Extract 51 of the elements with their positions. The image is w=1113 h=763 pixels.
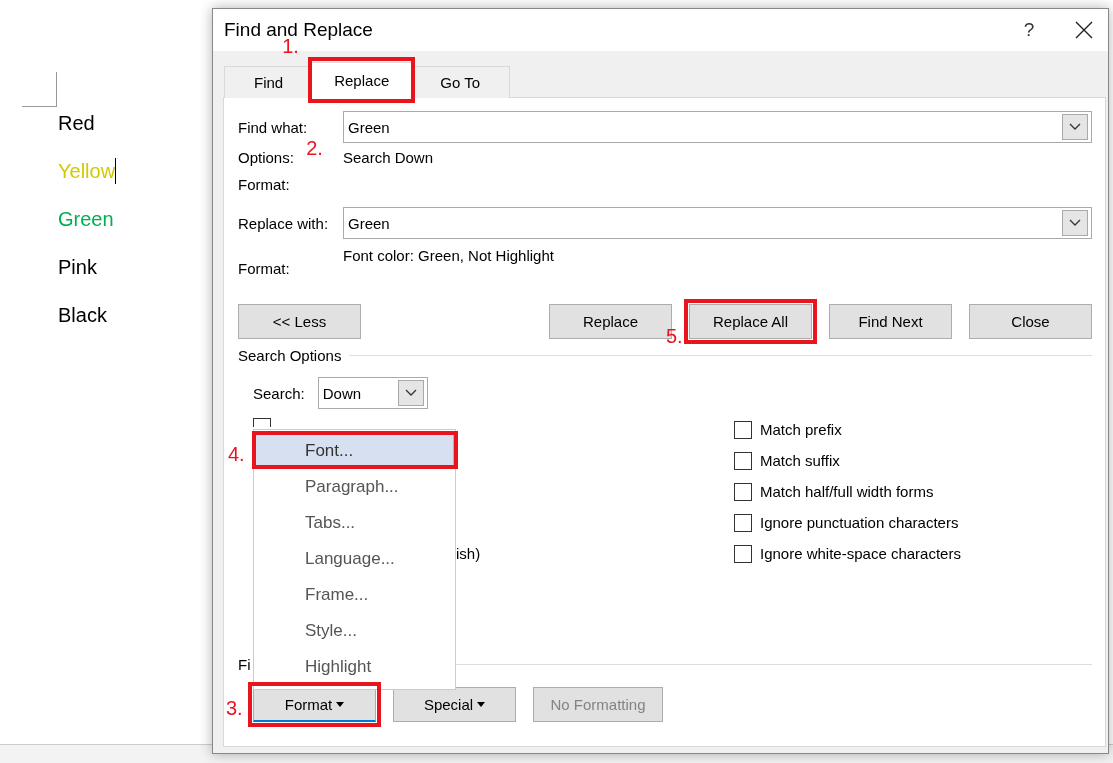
menu-item[interactable]: Tabs...	[255, 505, 454, 541]
chevron-down-icon	[404, 389, 417, 397]
dialog-button[interactable]: Special	[393, 687, 516, 722]
replace-with-field[interactable]: Green	[343, 207, 1092, 239]
dialog-button[interactable]: << Less	[238, 304, 361, 339]
checkbox[interactable]	[734, 451, 752, 470]
checkbox-label: Match prefix	[760, 421, 842, 438]
tab[interactable]: Replace	[311, 62, 413, 98]
menu-item[interactable]: Highlight	[255, 649, 454, 685]
checkbox-label: Match suffix	[760, 452, 840, 469]
chevron-down-icon	[1069, 219, 1081, 227]
find-what-field[interactable]: Green	[343, 111, 1092, 143]
document-line: Green	[58, 207, 114, 232]
dialog-button[interactable]: Close	[969, 304, 1092, 339]
checkbox-label: Ignore white-space characters	[760, 545, 961, 562]
search-direction-dropdown[interactable]: Down	[317, 377, 428, 409]
margin-corner-mark	[22, 72, 57, 107]
option-label-fragment: ish)	[456, 545, 481, 562]
field-label: Replace with:	[238, 214, 329, 232]
checkbox-label: Ignore punctuation characters	[760, 514, 959, 531]
checkbox[interactable]	[253, 418, 271, 427]
field-label: Format:	[238, 175, 290, 193]
document-line: Pink	[58, 255, 97, 280]
checkbox[interactable]	[734, 420, 752, 439]
field-label: Find what:	[238, 118, 308, 136]
format-value: Font color: Green, Not Highlight	[343, 247, 554, 264]
section-title: Search Options	[238, 347, 342, 364]
checkbox[interactable]	[734, 513, 752, 532]
menu-item[interactable]: Language...	[255, 541, 454, 577]
field-label: Search:	[253, 384, 305, 402]
dialog-button[interactable]: Replace All	[689, 304, 812, 339]
field-label: Format:	[238, 260, 290, 277]
document-line: Red	[58, 111, 95, 136]
checkbox[interactable]	[734, 482, 752, 501]
document-line: Black	[58, 303, 107, 328]
document-line: Yellow	[58, 157, 117, 186]
options-value: Search Down	[343, 149, 434, 166]
callout-number: 2.	[306, 137, 323, 160]
checkbox[interactable]	[734, 544, 752, 563]
menu-item[interactable]: Frame...	[255, 577, 454, 613]
chevron-down-icon	[1069, 123, 1081, 131]
menu-item[interactable]: Style...	[255, 613, 454, 649]
close-icon[interactable]	[1075, 21, 1093, 39]
field-label: Options:	[238, 149, 294, 166]
callout-number: 3.	[226, 696, 243, 720]
callout-number: 4.	[228, 442, 245, 466]
section-title: Fi	[238, 656, 251, 673]
menu-item[interactable]: Paragraph...	[255, 469, 454, 505]
dialog-button[interactable]: Find Next	[829, 304, 952, 339]
help-button[interactable]: ?	[999, 19, 1059, 41]
checkbox-label: Match half/full width forms	[760, 483, 934, 500]
